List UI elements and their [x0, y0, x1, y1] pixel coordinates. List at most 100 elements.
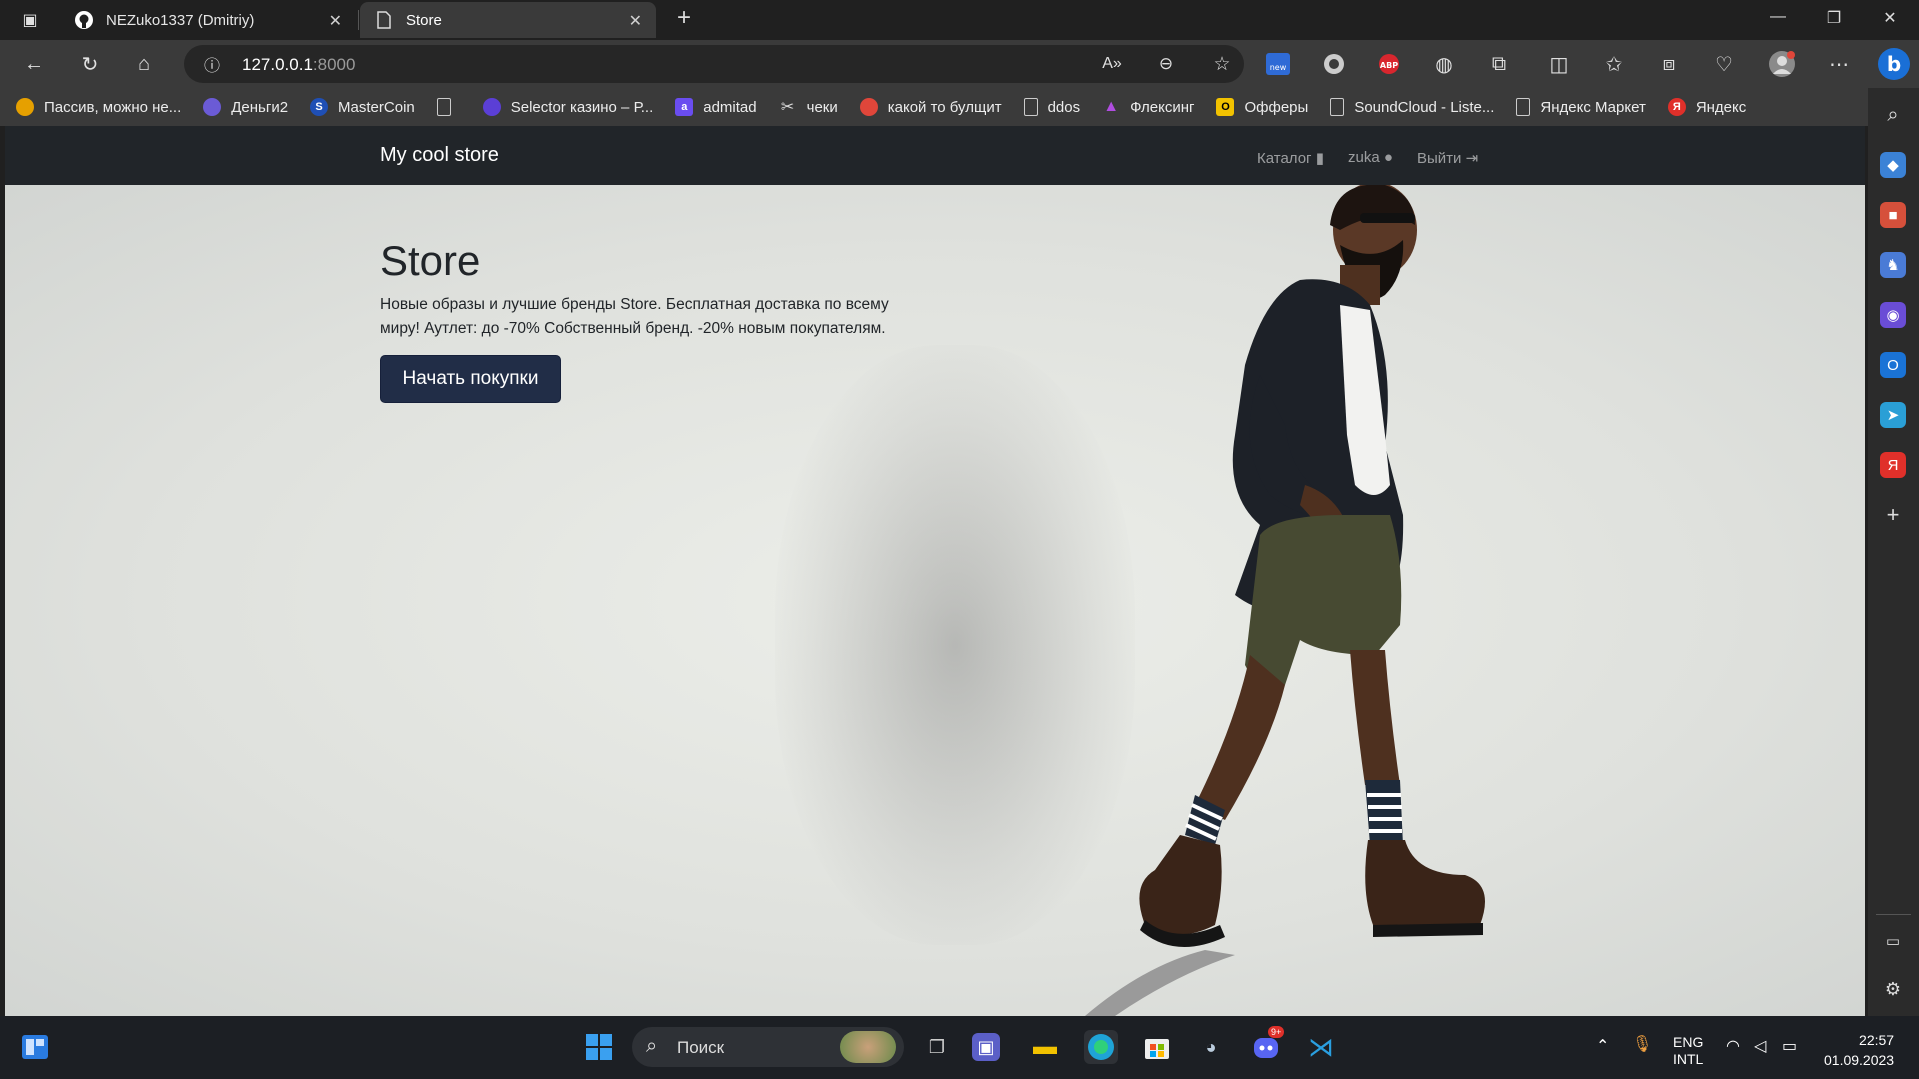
site-info-icon[interactable]: ⓘ: [198, 50, 226, 78]
tab-store[interactable]: Store ✕: [360, 2, 656, 38]
task-view-icon[interactable]: ❐: [920, 1030, 954, 1064]
bookmark-label: Пассив, можно не...: [44, 98, 182, 116]
yandex-icon[interactable]: Я: [1880, 452, 1906, 478]
close-tab-icon[interactable]: ✕: [329, 11, 342, 31]
clock[interactable]: 22:57 01.09.2023: [1824, 1030, 1894, 1070]
add-icon[interactable]: +: [1880, 502, 1906, 528]
bookmark-favicon-icon: [203, 98, 222, 116]
settings-gear-icon[interactable]: ⚙: [1880, 976, 1906, 1002]
start-shopping-button[interactable]: Начать покупки: [380, 355, 561, 403]
close-tab-icon[interactable]: ✕: [629, 11, 642, 31]
vscode-icon[interactable]: ⋊: [1304, 1030, 1338, 1064]
microsoft-store-icon[interactable]: [1140, 1030, 1174, 1064]
tab-actions-icon[interactable]: ▣: [16, 6, 44, 34]
shopping-tag-icon[interactable]: ◆: [1880, 152, 1906, 178]
adblock-icon[interactable]: ABP: [1375, 50, 1403, 78]
bookmark-item[interactable]: SoundCloud - Liste...: [1330, 98, 1494, 116]
bookmark-item[interactable]: [436, 98, 461, 116]
tools-icon[interactable]: ■: [1880, 202, 1906, 228]
web-page: Store Новые образы и лучшие бренды Store…: [5, 126, 1865, 1016]
steam-icon[interactable]: ◕: [1194, 1030, 1228, 1064]
profile-avatar[interactable]: [1768, 50, 1796, 78]
site-brand[interactable]: My cool store: [380, 144, 499, 167]
address-bar[interactable]: ⓘ 127.0.0.1:8000 A» ⊖ ☆: [184, 45, 1244, 83]
globe-icon[interactable]: ◍: [1430, 50, 1458, 78]
lang-top: ENG: [1673, 1034, 1704, 1050]
volume-icon[interactable]: ◁: [1754, 1036, 1766, 1056]
search-icon[interactable]: ⌕: [1880, 102, 1906, 128]
back-icon[interactable]: ←: [20, 50, 48, 78]
bookmark-item[interactable]: Деньги2: [203, 98, 288, 116]
discord-badge: 9+: [1268, 1026, 1285, 1038]
windows-start-icon[interactable]: [582, 1030, 616, 1064]
extension-new-icon[interactable]: new: [1264, 50, 1292, 78]
copilot-icon[interactable]: ◉: [1880, 302, 1906, 328]
close-window-button[interactable]: ✕: [1878, 8, 1902, 28]
restore-button[interactable]: ❐: [1822, 8, 1846, 28]
hide-sidebar-icon[interactable]: ▭: [1880, 928, 1906, 954]
zoom-icon[interactable]: ⊖: [1152, 50, 1180, 78]
home-icon[interactable]: ⌂: [130, 50, 158, 78]
language-indicator[interactable]: ENG INTL: [1673, 1034, 1703, 1068]
battery-icon[interactable]: ▭: [1782, 1036, 1797, 1056]
bookmark-item[interactable]: Пассив, можно не...: [16, 98, 181, 116]
clock-time: 22:57: [1859, 1032, 1895, 1048]
lang-bottom: INTL: [1673, 1051, 1704, 1067]
telegram-icon[interactable]: ➤: [1880, 402, 1906, 428]
hero-shadow: [775, 345, 1135, 945]
nav-logout-link[interactable]: Выйти ⇥: [1417, 149, 1478, 167]
nav-catalog-label: Каталог: [1257, 150, 1312, 167]
edge-browser-icon[interactable]: [1084, 1030, 1118, 1064]
favorite-star-icon[interactable]: ☆: [1208, 50, 1236, 78]
refresh-icon[interactable]: ↻: [76, 50, 104, 78]
url-text: 127.0.0.1:8000: [242, 55, 355, 75]
nav-catalog-link[interactable]: Каталог ▮: [1257, 149, 1324, 167]
tab-github[interactable]: NEZuko1337 (Dmitriy) ✕: [60, 2, 356, 38]
bookmark-favicon-icon: ▲: [1103, 98, 1120, 115]
bookmark-favicon-icon: [16, 98, 34, 116]
read-aloud-icon[interactable]: A»: [1098, 50, 1126, 78]
extensions-puzzle-icon[interactable]: ⧉: [1485, 50, 1513, 78]
bookmark-label: какой то булщит: [887, 98, 1002, 116]
bookmark-item[interactable]: какой то булщит: [859, 98, 1002, 116]
page-icon: [436, 98, 451, 116]
bookmark-label: Офферы: [1244, 98, 1309, 116]
browser-essentials-icon[interactable]: ♡: [1710, 50, 1738, 78]
bing-copilot-icon[interactable]: b: [1876, 46, 1912, 82]
favorites-icon[interactable]: ✩: [1600, 50, 1628, 78]
games-icon[interactable]: ♞: [1880, 252, 1906, 278]
bookmark-item[interactable]: ▲ Флексинг: [1102, 98, 1194, 116]
file-explorer-icon[interactable]: ▬: [1028, 1030, 1062, 1064]
outlook-icon[interactable]: O: [1880, 352, 1906, 378]
new-tab-button[interactable]: +: [672, 4, 696, 32]
sign-out-icon: ⇥: [1465, 150, 1479, 167]
bookmark-item[interactable]: O Офферы: [1216, 98, 1308, 116]
bookmark-item[interactable]: ✂ чеки: [779, 98, 838, 117]
nav-user-label: zuka: [1348, 149, 1380, 166]
collections-icon[interactable]: ⧈: [1655, 50, 1683, 78]
split-screen-icon[interactable]: ◫: [1545, 50, 1573, 78]
bookmark-favicon-icon: [859, 98, 878, 116]
taskbar-search[interactable]: ⌕ Поиск: [632, 1027, 904, 1067]
bookmark-item[interactable]: Яндекс Маркет: [1516, 98, 1646, 116]
show-hidden-icons[interactable]: ⌃: [1596, 1036, 1609, 1056]
user-circle-icon: ●: [1383, 149, 1393, 166]
bookmark-favicon-icon: a: [675, 98, 694, 116]
bookmark-label: чеки: [806, 98, 838, 116]
microphone-icon[interactable]: 🎙: [1632, 1034, 1652, 1054]
extension-icon[interactable]: [1320, 50, 1348, 78]
bookmark-item[interactable]: a admitad: [675, 98, 757, 116]
bookmark-item[interactable]: ddos: [1023, 98, 1080, 116]
nav-user-link[interactable]: zuka ●: [1348, 149, 1393, 166]
bookmark-item[interactable]: Selector казино – Р...: [482, 98, 653, 116]
more-options-icon[interactable]: ⋯: [1825, 50, 1853, 78]
url-port: :8000: [312, 55, 356, 74]
bookmark-item[interactable]: S MasterCoin: [310, 98, 415, 116]
widgets-icon[interactable]: [18, 1030, 52, 1064]
teams-chat-icon[interactable]: ▣: [972, 1033, 1000, 1061]
wifi-icon[interactable]: ◠: [1726, 1036, 1740, 1056]
minimize-button[interactable]: —: [1766, 8, 1790, 26]
browser-titlebar: ▣ NEZuko1337 (Dmitriy) ✕ Store ✕ + — ❐ ✕: [0, 0, 1919, 40]
bookmark-item[interactable]: Я Яндекс: [1667, 98, 1746, 116]
discord-icon[interactable]: 9+: [1250, 1026, 1285, 1064]
